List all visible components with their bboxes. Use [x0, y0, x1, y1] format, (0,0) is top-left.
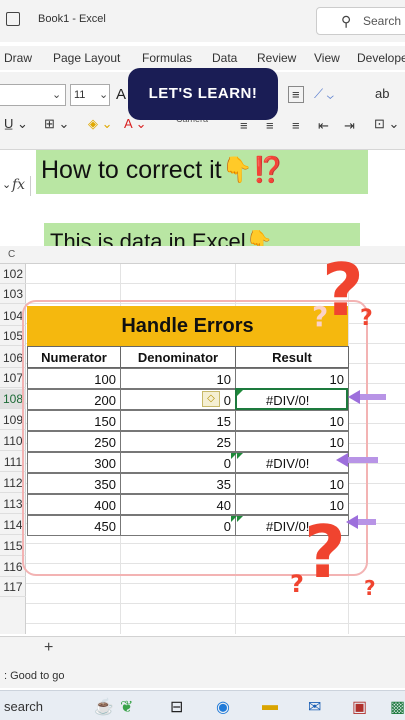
title-bar: Book1 - Excel ⚲ Search [0, 0, 405, 42]
cell-numerator[interactable]: 250 [27, 431, 121, 452]
underline-icon[interactable]: U̲ ⌄ [4, 116, 28, 132]
table-title[interactable]: Handle Errors [27, 306, 348, 346]
task-view-icon[interactable]: ⊟ [170, 697, 183, 717]
cell-result[interactable]: 10 [235, 368, 349, 389]
exclamation-question-icon: ⁉️ [252, 156, 284, 184]
taskbar-search[interactable]: search [4, 699, 43, 714]
cell-numerator[interactable]: 150 [27, 410, 121, 431]
error-indicator-icon [237, 453, 243, 459]
tab-developer[interactable]: Develope [357, 51, 405, 65]
taskbar: search ☕ ❦ ⊟ ◉ ▬ ✉ ▣ ▩ [0, 690, 405, 720]
decrease-indent-icon[interactable]: ⇤ [318, 118, 329, 134]
window-title: Book1 - Excel [38, 13, 106, 25]
column-header-c[interactable]: C [8, 249, 15, 260]
plant-widget-icon[interactable]: ❦ [120, 697, 133, 717]
error-indicator-icon [231, 516, 237, 522]
question-mark-icon: ? [322, 248, 364, 332]
increase-font-icon[interactable]: A [116, 86, 126, 103]
question-mark-icon: ? [304, 510, 346, 594]
header-result[interactable]: Result [235, 346, 349, 368]
error-warning-icon[interactable]: ◇ [202, 391, 220, 407]
cell-numerator[interactable]: 450 [27, 515, 121, 536]
caption1-text: How to correct it [41, 156, 222, 184]
cell-result-error[interactable]: #DIV/0! [235, 452, 349, 473]
pointer-arrow-icon [346, 515, 376, 529]
row-number[interactable]: 103 [0, 284, 26, 304]
question-mark-icon: ? [360, 306, 373, 331]
caption-how-to-correct: How to correct it👇⁉️ [36, 150, 368, 194]
pointer-arrow-icon [348, 390, 386, 404]
cell-denominator[interactable]: 35 [120, 473, 236, 494]
cell-denominator[interactable]: 0 [120, 515, 236, 536]
cell-result[interactable]: 10 [235, 431, 349, 452]
cell-result[interactable]: 10 [235, 410, 349, 431]
cell-denominator[interactable]: 0 [120, 452, 236, 473]
formula-divider [30, 176, 31, 196]
chevron-down-icon[interactable]: ⌄ [2, 178, 11, 191]
lets-learn-badge: LET'S LEARN! [128, 68, 278, 120]
edge-browser-icon[interactable]: ◉ [216, 697, 230, 717]
status-text: : Good to go [4, 670, 65, 682]
increase-indent-icon[interactable]: ⇥ [344, 118, 355, 134]
mail-icon[interactable]: ✉ [308, 697, 321, 717]
file-explorer-icon[interactable]: ▬ [262, 697, 278, 715]
cell-numerator[interactable]: 350 [27, 473, 121, 494]
header-numerator[interactable]: Numerator [27, 346, 121, 368]
store-icon[interactable]: ▣ [352, 697, 367, 717]
translate-icon[interactable]: ab [375, 86, 389, 101]
error-indicator-icon [231, 453, 237, 459]
align-right-icon[interactable]: ≡ [292, 118, 300, 133]
chevron-down-icon[interactable]: ⌄ [99, 88, 108, 101]
row-number[interactable]: 102 [0, 264, 26, 284]
header-denominator[interactable]: Denominator [120, 346, 236, 368]
search-box[interactable]: ⚲ Search [316, 7, 405, 35]
question-mark-icon: ? [290, 570, 304, 598]
borders-icon[interactable]: ⊞ ⌄ [44, 116, 69, 132]
tab-data[interactable]: Data [212, 51, 237, 65]
excel-icon[interactable]: ▩ [390, 697, 405, 717]
function-icon[interactable]: fx [12, 177, 25, 193]
cell-numerator[interactable]: 400 [27, 494, 121, 515]
question-mark-icon: ? [312, 300, 329, 333]
cell-denominator[interactable]: 10 [120, 368, 236, 389]
search-placeholder: Search [363, 14, 402, 28]
tab-page-layout[interactable]: Page Layout [53, 51, 120, 65]
align-left-icon[interactable]: ≡ [240, 118, 248, 133]
pointer-arrow-icon [336, 453, 378, 467]
cell-numerator[interactable]: 200 [27, 389, 121, 410]
sheet-tab-bar: + [0, 636, 405, 662]
tab-draw[interactable]: Draw [4, 51, 32, 65]
chevron-down-icon[interactable]: ⌄ [52, 88, 61, 101]
tab-review[interactable]: Review [257, 51, 296, 65]
fill-color-icon[interactable]: ◈ ⌄ [88, 116, 113, 132]
app-menu-icon[interactable] [6, 12, 20, 26]
error-indicator-icon [237, 516, 243, 522]
cell-result[interactable]: 10 [235, 473, 349, 494]
cell-numerator[interactable]: 300 [27, 452, 121, 473]
orientation-icon[interactable]: ⟋ ⌄ [314, 86, 334, 102]
wrap-text-icon[interactable]: ≡ [288, 86, 304, 103]
status-bar: : Good to go [0, 662, 405, 688]
ribbon-tabs: Draw Page Layout Formulas Data Review Vi… [0, 46, 405, 70]
tab-view[interactable]: View [314, 51, 340, 65]
cell-denominator[interactable]: 15 [120, 410, 236, 431]
row-number[interactable]: 117 [0, 577, 26, 597]
pointing-down-icon: 👇 [221, 156, 253, 184]
tab-formulas[interactable]: Formulas [142, 51, 192, 65]
align-center-icon[interactable]: ≡ [266, 118, 274, 133]
coffee-widget-icon[interactable]: ☕ [94, 697, 114, 717]
add-sheet-button[interactable]: + [44, 639, 53, 657]
merge-center-icon[interactable]: ⊡ ⌄ [374, 116, 399, 132]
active-cell-outline [235, 388, 348, 410]
search-icon: ⚲ [341, 13, 352, 29]
question-mark-icon: ? [364, 576, 376, 600]
cell-numerator[interactable]: 100 [27, 368, 121, 389]
cell-denominator[interactable]: 40 [120, 494, 236, 515]
cell-denominator[interactable]: 25 [120, 431, 236, 452]
